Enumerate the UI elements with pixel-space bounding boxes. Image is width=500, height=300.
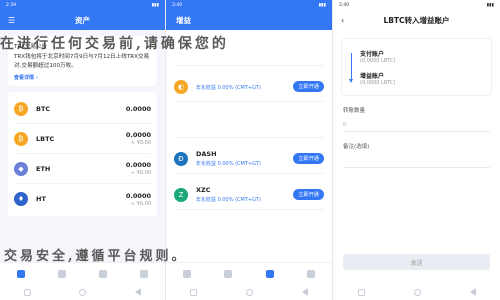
earn-row[interactable]: ◐ 年化收益 0.00% (CMT+GT) 立即开通 — [174, 72, 324, 102]
status-bar: 2:39 ▮▮▮ — [0, 0, 165, 10]
transfer-arrow-icon — [349, 53, 353, 83]
ht-coin-icon: ♦ — [14, 192, 28, 206]
tab-bar — [0, 262, 165, 284]
app-screenshots: 2:39 ▮▮▮ ☰ 资产 TRX交易公告 TRX钱包将于北京时间7月9日与7月… — [0, 0, 500, 300]
from-balance: (0.0000 LBTC) — [360, 57, 396, 64]
notice-text: TRX钱包将于北京时间7月9日与7月12日上线TRX交易对,交易额超过100万枚… — [14, 54, 150, 69]
recent-apps-icon[interactable] — [357, 288, 365, 296]
tab-market[interactable] — [57, 269, 66, 278]
watermark-text-bottom: 交易安全,遵循平台规则。 — [4, 249, 188, 264]
tab-me[interactable] — [140, 269, 149, 278]
watermark-text-top: 在进行任何交易前,请确保您的 — [0, 36, 229, 52]
to-balance: (0.0000 LBTC) — [360, 79, 396, 86]
btc-coin-icon: ₿ — [14, 101, 28, 116]
asset-symbol: LBTC — [36, 134, 55, 143]
lbtc-coin-icon: ₿ — [14, 131, 28, 146]
note-input[interactable] — [343, 154, 490, 168]
tab-bar — [166, 262, 332, 284]
asset-list: ₿ BTC 0.0000 ₿ LBTC 0.0000 ≈ ¥0.00 ◆ ETH … — [8, 92, 157, 216]
amount-input[interactable]: 0 — [343, 118, 490, 132]
page-title: LBTC转入增益账户 — [383, 15, 450, 25]
asset-value: ≈ ¥0.00 — [130, 170, 151, 176]
transfer-screen: 2:40 ▮▮▮ ‹ LBTC转入增益账户 支付账户 (0.0000 LBTC)… — [333, 0, 500, 300]
transfer-accounts: 支付账户 (0.0000 LBTC) 增益账户 (0.0000 LBTC) — [341, 38, 492, 96]
earn-coin-name: DASH — [196, 150, 217, 158]
system-nav-bar — [166, 284, 332, 300]
status-bar: 2:40 ▮▮▮ — [333, 0, 500, 10]
top-bar: 增益 — [166, 10, 332, 30]
battery-icon: ▮▮▮ — [318, 2, 326, 8]
amount-label: 转账数量 — [343, 108, 366, 114]
earn-info: DASH 年化收益 0.00% (CMT+GT) — [196, 150, 293, 167]
earn-rate: 年化收益 0.00% (CMT+GT) — [196, 197, 261, 203]
status-time: 2:40 — [339, 2, 350, 8]
back-icon[interactable] — [301, 288, 308, 296]
top-bar: ☰ 资产 — [0, 10, 165, 30]
earn-info: XZC 年化收益 0.00% (CMT+GT) — [196, 186, 293, 203]
asset-amount: 0.0000 — [125, 104, 151, 113]
xzc-coin-icon: Z — [174, 187, 188, 202]
back-arrow-icon[interactable]: ‹ — [341, 16, 344, 25]
to-account[interactable]: 增益账户 (0.0000 LBTC) — [348, 67, 485, 89]
asset-row[interactable]: ₿ LBTC 0.0000 ≈ ¥0.00 — [14, 124, 151, 154]
earn-row[interactable]: Z XZC 年化收益 0.00% (CMT+GT) 立即开通 — [174, 180, 324, 210]
note-label: 备注(选填) — [343, 144, 370, 150]
status-time: 2:40 — [172, 2, 183, 8]
notice-detail-link[interactable]: 查看详情 › — [14, 74, 151, 81]
page-title: 资产 — [75, 15, 90, 25]
send-button[interactable]: 发送 — [343, 254, 490, 270]
home-icon[interactable] — [413, 288, 421, 296]
asset-amount: 0.0000 ≈ ¥0.00 — [125, 161, 151, 176]
tab-me[interactable] — [307, 269, 316, 278]
tab-market[interactable] — [224, 269, 233, 278]
earn-rate: 年化收益 0.00% (CMT+GT) — [196, 161, 261, 167]
earn-row[interactable]: Đ DASH 年化收益 0.00% (CMT+GT) 立即开通 — [174, 144, 324, 174]
asset-symbol: ETH — [36, 164, 51, 173]
asset-row[interactable]: ♦ HT 0.0000 ≈ ¥0.00 — [14, 184, 151, 214]
recent-apps-icon[interactable] — [24, 288, 32, 296]
back-icon[interactable] — [134, 288, 141, 296]
tab-earn[interactable] — [99, 269, 108, 278]
earn-info: 年化收益 0.00% (CMT+GT) — [196, 82, 293, 91]
coin-icon: ◐ — [174, 79, 188, 94]
to-label: 增益账户 — [360, 72, 385, 80]
status-time: 2:39 — [6, 2, 17, 8]
status-bar: 2:40 ▮▮▮ — [166, 0, 332, 10]
earn-rate: 年化收益 0.00% (CMT+GT) — [196, 85, 261, 91]
tab-earn[interactable] — [265, 269, 274, 278]
menu-icon[interactable]: ☰ — [8, 16, 15, 25]
recent-apps-icon[interactable] — [190, 288, 198, 296]
activate-button[interactable]: 立即开通 — [293, 189, 324, 200]
tab-assets[interactable] — [182, 269, 191, 278]
eth-coin-icon: ◆ — [14, 161, 28, 176]
back-icon[interactable] — [469, 288, 476, 296]
asset-amount: 0.0000 ≈ ¥0.00 — [125, 191, 151, 207]
system-nav-bar — [333, 284, 500, 300]
asset-value: ≈ ¥0.00 — [130, 140, 151, 146]
asset-value: ≈ ¥0.00 — [130, 200, 151, 207]
top-bar: ‹ LBTC转入增益账户 — [333, 10, 500, 30]
asset-amount: 0.0000 ≈ ¥0.00 — [125, 131, 151, 146]
dash-coin-icon: Đ — [174, 151, 188, 166]
asset-row[interactable]: ₿ BTC 0.0000 — [14, 94, 151, 124]
earn-row-placeholder — [174, 108, 324, 138]
home-icon[interactable] — [79, 288, 87, 296]
from-label: 支付账户 — [360, 50, 385, 58]
tab-assets[interactable] — [16, 269, 25, 278]
system-nav-bar — [0, 284, 165, 300]
asset-symbol: HT — [36, 195, 46, 203]
from-account[interactable]: 支付账户 (0.0000 LBTC) — [348, 45, 485, 67]
asset-symbol: BTC — [36, 104, 51, 113]
activate-button[interactable]: 立即开通 — [293, 153, 324, 164]
page-title: 增益 — [176, 15, 191, 25]
assets-header: 2:39 ▮▮▮ ☰ 资产 — [0, 0, 165, 30]
battery-icon: ▮▮▮ — [486, 2, 494, 8]
battery-icon: ▮▮▮ — [151, 2, 159, 8]
activate-button[interactable]: 立即开通 — [293, 81, 324, 92]
home-icon[interactable] — [245, 288, 253, 296]
asset-row[interactable]: ◆ ETH 0.0000 ≈ ¥0.00 — [14, 154, 151, 184]
earn-coin-name: XZC — [196, 186, 211, 194]
earn-header: 2:40 ▮▮▮ 增益 — [166, 0, 332, 30]
